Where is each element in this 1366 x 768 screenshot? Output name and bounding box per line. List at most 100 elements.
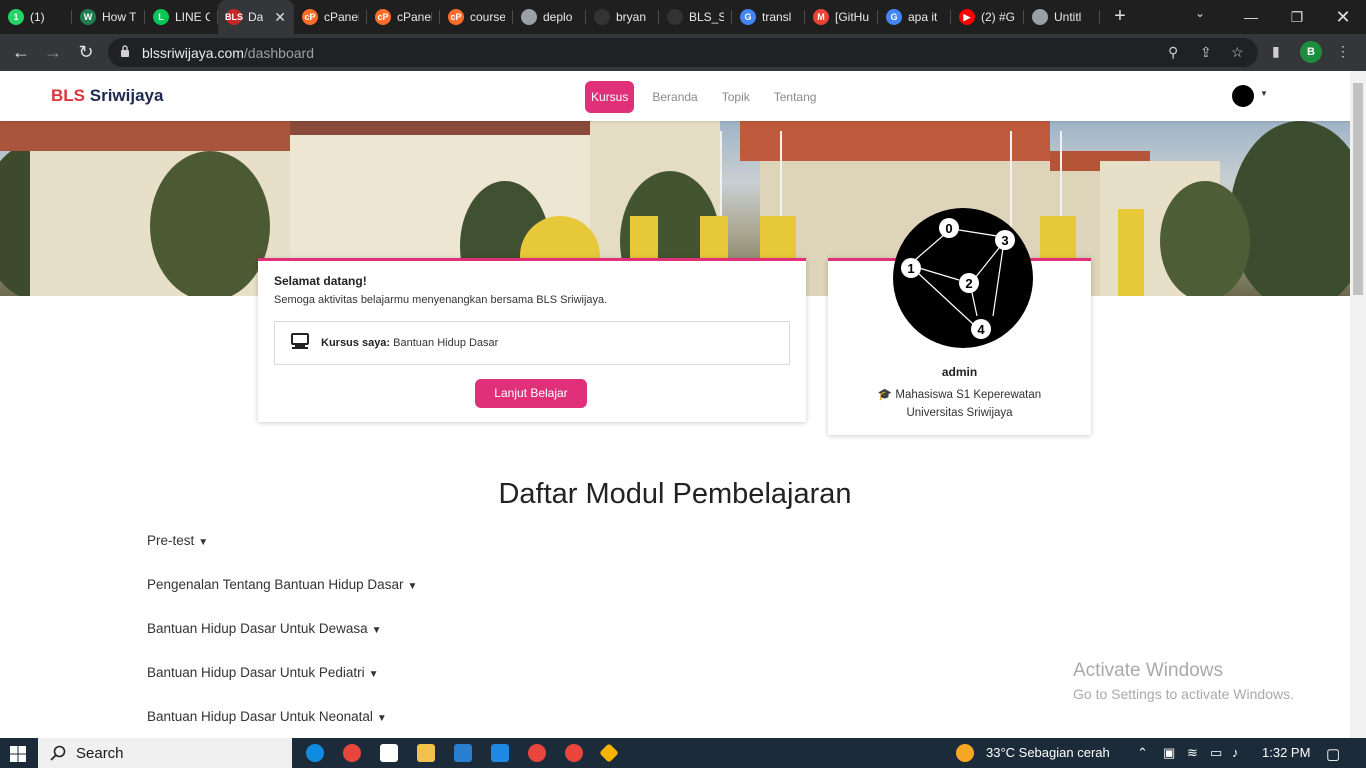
weather-text[interactable]: 33°C Sebagian cerah [986, 745, 1110, 760]
site-navbar: BLS Sriwijaya Kursus Beranda Topik Tenta… [0, 71, 1350, 121]
volume-icon[interactable]: ♪ [1232, 745, 1239, 760]
browser-tab[interactable]: Untitl [1024, 0, 1100, 34]
chrome-profile-icon[interactable] [565, 744, 583, 762]
line-icon: L [153, 9, 169, 25]
cpanel-icon: cP [302, 9, 318, 25]
tab-title: deplo [543, 10, 573, 24]
welcome-card: Selamat datang! Semoga aktivitas belajar… [258, 258, 806, 422]
side-panel-icon[interactable]: ▮ [1272, 43, 1280, 60]
web-page: BLS Sriwijaya Kursus Beranda Topik Tenta… [0, 71, 1350, 738]
module-neonatal[interactable]: Bantuan Hidup Dasar Untuk Neonatal ▼ [147, 709, 387, 724]
app-icon[interactable] [599, 743, 619, 763]
module-pediatri[interactable]: Bantuan Hidup Dasar Untuk Pediatri ▼ [147, 665, 379, 680]
google-icon: G [740, 9, 756, 25]
menu-dots-icon[interactable]: ⋮ [1336, 43, 1350, 60]
browser-tab[interactable]: L LINE C [145, 0, 218, 34]
browser-tab[interactable]: BLS_S [659, 0, 732, 34]
caret-down-icon: ▼ [407, 581, 418, 592]
taskbar-search-box[interactable]: Search [38, 738, 292, 768]
nav-kursus[interactable]: Kursus [585, 81, 635, 113]
browser-tab[interactable]: Gapa it [878, 0, 951, 34]
tab-title: apa it [908, 10, 938, 24]
tab-title: cPanel [324, 10, 359, 24]
close-window-icon[interactable]: ✕ [1320, 0, 1366, 34]
graduation-cap-icon: 🎓 [877, 389, 893, 401]
file-explorer-icon[interactable] [417, 744, 435, 762]
browser-profile-avatar[interactable]: B [1300, 41, 1322, 63]
browser-tab[interactable]: cP course [440, 0, 513, 34]
diagram-label: 4 [977, 322, 985, 337]
module-pengenalan[interactable]: Pengenalan Tentang Bantuan Hidup Dasar ▼ [147, 577, 417, 592]
edge-icon[interactable] [306, 744, 324, 762]
browser-tab[interactable]: 1 (1) [0, 0, 72, 34]
chevron-down-icon[interactable]: ▼ [1260, 89, 1268, 98]
browser-tab[interactable]: Gtransl [732, 0, 805, 34]
gmail-icon: M [813, 9, 829, 25]
continue-learning-button[interactable]: Lanjut Belajar [475, 379, 587, 408]
google-icon: G [886, 9, 902, 25]
browser-toolbar: ← → ↻ blssriwijaya.com/dashboard ⚲ ⇪ ☆ ▮… [0, 34, 1366, 71]
vscode-icon[interactable] [454, 744, 472, 762]
back-arrow-icon[interactable]: ← [8, 40, 34, 66]
browser-tab[interactable]: W How T [72, 0, 145, 34]
mail-icon[interactable] [491, 744, 509, 762]
windows-taskbar: Search 33°C Sebagian cerah ⌃ ▣ ≋ ▭ ♪ 1:3… [0, 738, 1366, 768]
profile-name: admin [941, 365, 978, 379]
tab-close-icon[interactable]: ✕ [274, 9, 286, 26]
forward-arrow-icon[interactable]: → [40, 40, 66, 66]
browser-tab[interactable]: cP cPanel [367, 0, 440, 34]
tab-title: [GitHu [835, 10, 870, 24]
notification-icon[interactable]: ▢ [1326, 745, 1340, 763]
course-label: Kursus saya: [321, 337, 391, 349]
battery-icon[interactable]: ▭ [1210, 745, 1222, 761]
nav-topik[interactable]: Topik [716, 81, 756, 113]
caret-down-icon: ▼ [371, 625, 382, 636]
globe-icon [521, 9, 537, 25]
github-icon [594, 9, 610, 25]
browser-tab[interactable]: cP cPanel [294, 0, 367, 34]
network-status-icon[interactable]: ▣ [1163, 745, 1175, 761]
module-pretest[interactable]: Pre-test ▼ [147, 533, 208, 548]
share-icon[interactable]: ⇪ [1200, 44, 1212, 61]
page-scrollbar[interactable] [1350, 71, 1366, 738]
browser-tab[interactable]: bryan [586, 0, 659, 34]
chrome-icon[interactable] [343, 744, 361, 762]
cpanel-icon: cP [448, 9, 464, 25]
clock-time[interactable]: 1:32 PM [1262, 745, 1310, 760]
wifi-icon[interactable]: ≋ [1187, 745, 1198, 761]
nav-beranda[interactable]: Beranda [646, 81, 703, 113]
chrome-active-icon[interactable] [528, 744, 546, 762]
restore-icon[interactable]: ❐ [1274, 0, 1320, 34]
user-avatar[interactable] [1232, 85, 1254, 107]
address-bar[interactable]: blssriwijaya.com/dashboard ⚲ ⇪ ☆ [108, 38, 1258, 67]
whatsapp-icon: 1 [8, 9, 24, 25]
tray-chevron-icon[interactable]: ⌃ [1137, 745, 1148, 761]
cpanel-icon: cP [375, 9, 391, 25]
caret-down-icon: ▼ [376, 713, 387, 724]
browser-tab-strip: 1 (1) W How T L LINE C BLS Da ✕ cP cPanel cP cPanel c… [0, 0, 1366, 34]
store-icon[interactable] [380, 744, 398, 762]
browser-tab[interactable]: M [GitHu [805, 0, 878, 34]
browser-tab[interactable]: BLS Da ✕ [218, 0, 294, 34]
caret-down-icon: ▼ [198, 537, 209, 548]
tab-title: LINE C [175, 10, 210, 24]
scrollbar-thumb[interactable] [1353, 83, 1363, 295]
browser-tab[interactable]: ▶ (2) #G [951, 0, 1024, 34]
github-icon [667, 9, 683, 25]
tab-search-icon[interactable]: ⌄ [1195, 6, 1205, 20]
reload-icon[interactable]: ↻ [73, 40, 99, 66]
tab-list: 1 (1) W How T L LINE C BLS Da ✕ cP cPanel cP cPanel c… [0, 0, 1100, 34]
browser-tab[interactable]: deplo [513, 0, 586, 34]
site-logo[interactable]: BLS Sriwijaya [51, 86, 163, 106]
weather-icon[interactable] [956, 744, 974, 762]
nav-tentang[interactable]: Tentang [768, 81, 823, 113]
bookmark-star-icon[interactable]: ☆ [1231, 44, 1244, 61]
state-diagram-avatar: 0 3 1 2 4 [901, 218, 1015, 339]
zoom-search-icon[interactable]: ⚲ [1168, 44, 1178, 61]
windows-start-icon[interactable] [10, 746, 26, 762]
profile-role: 🎓 Mahasiswa S1 Keperewatan Universitas S… [877, 389, 1042, 419]
new-tab-button[interactable]: + [1108, 4, 1132, 28]
module-dewasa[interactable]: Bantuan Hidup Dasar Untuk Dewasa ▼ [147, 621, 382, 636]
welcome-title: Selamat datang! [274, 274, 367, 288]
minimize-icon[interactable]: — [1228, 0, 1274, 34]
